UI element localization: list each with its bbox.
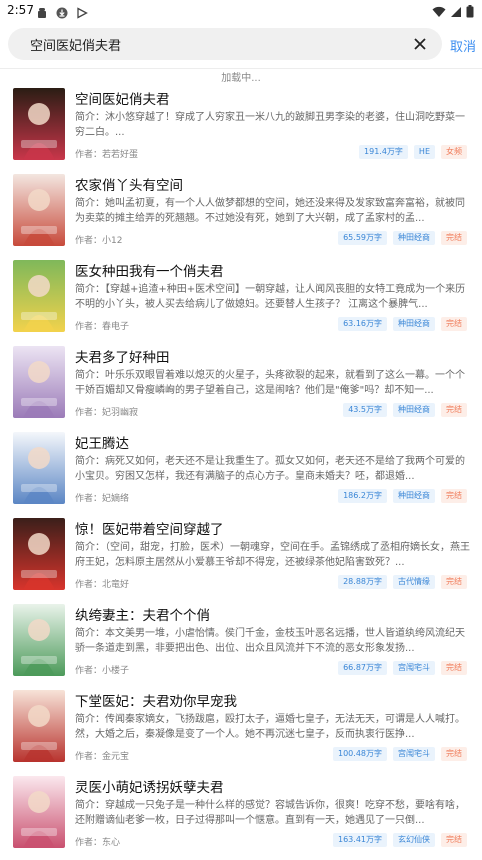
book-cover[interactable]: [13, 518, 65, 590]
book-description: 简介：病死又如何，老天还不是让我重生了。孤女又如何，老天还不是给了我两个可爱的小…: [75, 456, 465, 482]
book-item[interactable]: 妃王腾达 简介：病死又如何，老天还不是让我重生了。孤女又如何，老天还不是给了我两…: [0, 430, 482, 516]
genre-tag: 种田经商: [393, 317, 435, 331]
status-tag: 完结: [441, 317, 467, 331]
book-cover[interactable]: [13, 604, 65, 676]
status-tag: 完结: [441, 489, 467, 503]
book-author: 作者：春电子: [75, 322, 130, 332]
book-item[interactable]: 灵医小萌妃诱拐妖孽夫君 简介：穿越成一只兔子是一种什么样的感觉？容城告诉你，很爽…: [0, 774, 482, 860]
book-description: 简介：传闻秦家嫡女，飞扬跋扈，殴打太子，逼婚七皇子，无法无天，可谓是人人喊打。然…: [75, 714, 465, 740]
book-tags: 66.87万字 宫闱宅斗 完结: [338, 661, 467, 675]
status-tag: 女频: [441, 145, 467, 159]
status-tag: 完结: [441, 661, 467, 675]
word-count-tag: 43.5万字: [343, 403, 387, 417]
book-tags: 100.48万字 宫闱宅斗 完结: [333, 747, 467, 761]
status-time: 2:57: [7, 3, 34, 17]
signal-icon: [450, 3, 462, 22]
word-count-tag: 63.16万字: [338, 317, 387, 331]
search-query-text: 空间医妃俏夫君: [30, 39, 122, 54]
book-title[interactable]: 下堂医妃：夫君劝你早宠我: [75, 690, 237, 710]
word-count-tag: 28.88万字: [338, 575, 387, 589]
book-cover[interactable]: [13, 260, 65, 332]
book-tags: 186.2万字 种田经商 完结: [338, 489, 467, 503]
book-item[interactable]: 惊！医妃带着空间穿越了 简介：（空间，甜宠，打脸，医术）一朝魂穿，空间在手。孟锦…: [0, 516, 482, 602]
book-description: 简介：【穿越+追渣+种田+医术空间】一朝穿越，让人闻风丧胆的女特工竟成为一个来历…: [75, 284, 466, 310]
book-title[interactable]: 空间医妃俏夫君: [75, 88, 170, 108]
book-title[interactable]: 惊！医妃带着空间穿越了: [75, 518, 224, 538]
book-author: 作者：北竜好: [75, 580, 130, 590]
word-count-tag: 163.41万字: [333, 833, 387, 847]
book-author: 作者：金元宝: [75, 752, 130, 762]
book-title[interactable]: 农家俏丫头有空间: [75, 174, 183, 194]
clear-icon[interactable]: [410, 34, 430, 54]
book-title[interactable]: 医女种田我有一个俏夫君: [75, 260, 224, 280]
genre-tag: 种田经商: [393, 231, 435, 245]
book-tags: 65.59万字 种田经商 完结: [338, 231, 467, 245]
book-item[interactable]: 夫君多了好种田 简介：叶乐乐双眼冒着难以熄灭的火星子，头疼欲裂的起来，就看到了这…: [0, 344, 482, 430]
genre-tag: 玄幻仙侠: [393, 833, 435, 847]
search-input[interactable]: 空间医妃俏夫君: [8, 28, 442, 60]
word-count-tag: 65.59万字: [338, 231, 387, 245]
book-tags: 191.4万字 HE 女频: [359, 145, 467, 159]
book-description: 简介：沐小悠穿越了！穿成了人穷家丑一米八九的跛脚丑男李染的老婆，住山洞吃野菜一穷…: [75, 112, 465, 138]
book-title[interactable]: 妃王腾达: [75, 432, 129, 452]
book-item[interactable]: 纨绔妻主：夫君个个俏 简介：本文美男一堆，小虐怡情。侯门千金，金枝玉叶恶名远播，…: [0, 602, 482, 688]
download-icon: [56, 4, 68, 23]
genre-tag: HE: [413, 145, 435, 159]
genre-tag: 古代情缘: [393, 575, 435, 589]
word-count-tag: 66.87万字: [338, 661, 387, 675]
book-description: 简介：穿越成一只兔子是一种什么样的感觉？容城告诉你，很爽！吃穿不愁，要啥有啥，还…: [75, 800, 465, 826]
status-tag: 完结: [441, 403, 467, 417]
book-title[interactable]: 夫君多了好种田: [75, 346, 170, 366]
book-cover[interactable]: [13, 690, 65, 762]
word-count-tag: 191.4万字: [359, 145, 408, 159]
book-author: 作者：妃嫡络: [75, 494, 130, 504]
word-count-tag: 100.48万字: [333, 747, 387, 761]
battery-icon: [466, 3, 474, 22]
book-cover[interactable]: [13, 346, 65, 418]
book-tags: 28.88万字 古代情缘 完结: [338, 575, 467, 589]
status-tag: 完结: [441, 833, 467, 847]
book-author: 作者：若若好蛋: [75, 150, 139, 160]
book-description: 简介：她叫孟初夏，有一个人人做梦都想的空间，她还没来得及发家致富奔富裕，就被同为…: [75, 198, 465, 224]
android-icon: [36, 4, 48, 23]
loading-indicator: 加载中...: [221, 73, 261, 84]
book-item[interactable]: 下堂医妃：夫君劝你早宠我 简介：传闻秦家嫡女，飞扬跋扈，殴打太子，逼婚七皇子，无…: [0, 688, 482, 774]
status-bar: 2:57: [0, 0, 482, 22]
book-author: 作者：妃羽幽寂: [75, 408, 139, 418]
wifi-icon: [432, 3, 446, 22]
book-cover[interactable]: [13, 432, 65, 504]
book-author: 作者：小楼子: [75, 666, 130, 676]
book-description: 简介：（空间，甜宠，打脸，医术）一朝魂穿，空间在手。孟锦绣成了丞相府嫡长女，燕王…: [75, 542, 470, 568]
book-tags: 163.41万字 玄幻仙侠 完结: [333, 833, 467, 847]
word-count-tag: 186.2万字: [338, 489, 387, 503]
cancel-button[interactable]: 取消: [450, 36, 476, 55]
book-tags: 63.16万字 种田经商 完结: [338, 317, 467, 331]
book-description: 简介：本文美男一堆，小虐怡情。侯门千金，金枝玉叶恶名远播，世人皆道纨绔风流纪天骄…: [75, 628, 465, 654]
book-author: 作者：东心: [75, 838, 121, 848]
book-cover[interactable]: [13, 174, 65, 246]
book-list: 空间医妃俏夫君 简介：沐小悠穿越了！穿成了人穷家丑一米八九的跛脚丑男李染的老婆，…: [0, 86, 482, 860]
book-description: 简介：叶乐乐双眼冒着难以熄灭的火星子，头疼欲裂的起来，就看到了这么一幕。一个个干…: [75, 370, 465, 396]
book-cover[interactable]: [13, 88, 65, 160]
book-tags: 43.5万字 种田经商 完结: [343, 403, 467, 417]
book-title[interactable]: 纨绔妻主：夫君个个俏: [75, 604, 210, 624]
book-title[interactable]: 灵医小萌妃诱拐妖孽夫君: [75, 776, 224, 796]
status-tag: 完结: [441, 575, 467, 589]
book-author: 作者：小12: [75, 236, 123, 246]
book-item[interactable]: 空间医妃俏夫君 简介：沐小悠穿越了！穿成了人穷家丑一米八九的跛脚丑男李染的老婆，…: [0, 86, 482, 172]
genre-tag: 种田经商: [393, 403, 435, 417]
genre-tag: 宫闱宅斗: [393, 747, 435, 761]
play-icon: [76, 4, 88, 23]
book-item[interactable]: 农家俏丫头有空间 简介：她叫孟初夏，有一个人人做梦都想的空间，她还没来得及发家致…: [0, 172, 482, 258]
genre-tag: 种田经商: [393, 489, 435, 503]
book-item[interactable]: 医女种田我有一个俏夫君 简介：【穿越+追渣+种田+医术空间】一朝穿越，让人闻风丧…: [0, 258, 482, 344]
genre-tag: 宫闱宅斗: [393, 661, 435, 675]
search-bar: 空间医妃俏夫君: [0, 28, 482, 62]
status-tag: 完结: [441, 747, 467, 761]
book-cover[interactable]: [13, 776, 65, 848]
status-tag: 完结: [441, 231, 467, 245]
